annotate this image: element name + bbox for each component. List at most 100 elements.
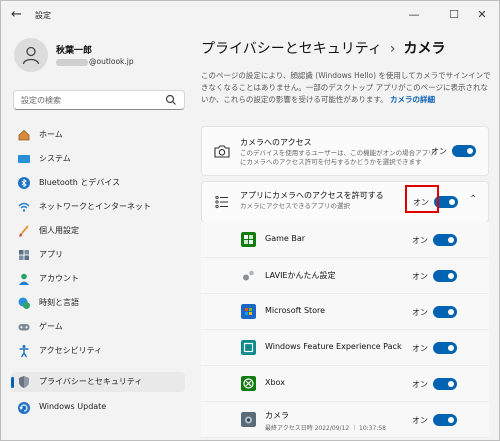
camera-details-link[interactable]: カメラの詳細 xyxy=(390,95,435,104)
account-icon xyxy=(19,273,29,285)
sidebar-item-gaming[interactable]: ゲーム xyxy=(11,317,185,337)
toggle-knob xyxy=(449,199,455,205)
feature-pack-icon xyxy=(241,340,256,355)
email-redaction xyxy=(56,58,88,66)
app-state-label: オン xyxy=(412,308,428,317)
page-title: カメラ xyxy=(403,41,446,57)
sidebar-item-time-language[interactable]: 時刻と言語 xyxy=(11,293,185,313)
shield-icon xyxy=(19,376,29,388)
page-description: このページの設定により、顔認識 (Windows Hello) を使用してカメラ… xyxy=(201,70,491,106)
app-name: Windows Feature Experience Pack xyxy=(265,342,402,351)
avatar[interactable] xyxy=(14,38,48,72)
sidebar-item-privacy-security[interactable]: プライバシーとセキュリティ xyxy=(11,372,185,392)
camera-icon xyxy=(214,145,230,158)
camera-access-subtitle-1: このデバイスを使用するユーザーは、この機能がオンの場合アプリ xyxy=(240,149,435,157)
wifi-icon xyxy=(18,202,30,212)
sidebar-item-accessibility[interactable]: アクセシビリティ xyxy=(11,341,185,361)
sidebar-item-home[interactable]: ホーム xyxy=(11,125,185,145)
sidebar-item-label: プライバシーとセキュリティ xyxy=(39,377,143,386)
app-toggle-game-bar[interactable] xyxy=(433,234,457,246)
system-icon xyxy=(18,155,30,163)
search-placeholder: 設定の検索 xyxy=(21,96,61,105)
sidebar-item-label: Bluetooth とデバイス xyxy=(39,178,121,187)
search-icon xyxy=(165,94,176,105)
sidebar-item-system[interactable]: システム xyxy=(11,149,185,169)
user-email-domain: @outlook.jp xyxy=(89,57,134,66)
sidebar-item-windows-update[interactable]: Windows Update xyxy=(11,398,185,418)
app-toggle-microsoft-store[interactable] xyxy=(433,306,457,318)
maximize-icon[interactable]: ☐ xyxy=(444,6,464,24)
app-state-label: オン xyxy=(412,236,428,245)
sidebar-item-accounts[interactable]: アカウント xyxy=(11,269,185,289)
app-name: LAVIEかんたん設定 xyxy=(265,271,336,280)
lavie-settings-icon xyxy=(243,270,254,281)
game-bar-icon xyxy=(241,232,256,247)
minimize-icon[interactable]: — xyxy=(404,6,424,24)
app-row-microsoft-store: Microsoft Store オン xyxy=(201,294,489,330)
title-bar: ← 設定 — ☐ ✕ xyxy=(1,1,499,31)
app-name: Game Bar xyxy=(265,234,306,243)
app-access-card[interactable]: アプリにカメラへのアクセスを許可する カメラにアクセスできるアプリの選択 オン … xyxy=(201,181,489,223)
highlight-box xyxy=(405,185,439,213)
app-state-label: オン xyxy=(412,380,428,389)
app-row-xbox: Xbox オン xyxy=(201,366,489,402)
sidebar-item-label: アクセシビリティ xyxy=(39,346,103,355)
camera-access-state-label: オン xyxy=(431,147,447,156)
app-row-camera: カメラ 最終アクセス日時 2022/09/12 ｜ 10:37:58 オン xyxy=(201,402,489,438)
update-icon xyxy=(18,402,30,414)
back-arrow-icon[interactable]: ← xyxy=(11,7,22,22)
camera-access-subtitle-2: にカメラへのアクセス許可を付与するかどうかを選択できます xyxy=(240,158,422,166)
microsoft-store-icon xyxy=(241,304,256,319)
camera-access-toggle[interactable] xyxy=(452,145,476,157)
sidebar-item-label: 個人用設定 xyxy=(39,226,79,235)
app-access-subtitle: カメラにアクセスできるアプリの選択 xyxy=(240,202,351,210)
toggle-knob xyxy=(448,345,454,351)
toggle-knob xyxy=(448,237,454,243)
search-input[interactable]: 設定の検索 xyxy=(13,90,185,110)
app-toggle-camera[interactable] xyxy=(433,414,457,426)
app-access-title: アプリにカメラへのアクセスを許可する xyxy=(240,191,384,200)
sidebar-item-personalization[interactable]: 個人用設定 xyxy=(11,221,185,241)
sidebar-item-network[interactable]: ネットワークとインターネット xyxy=(11,197,185,217)
home-icon xyxy=(18,129,30,141)
xbox-icon xyxy=(241,376,256,391)
person-icon xyxy=(22,46,40,65)
app-state-label: オン xyxy=(412,272,428,281)
camera-access-card: カメラへのアクセス このデバイスを使用するユーザーは、この機能がオンの場合アプリ… xyxy=(201,126,489,176)
app-toggle-feature-pack[interactable] xyxy=(433,342,457,354)
sidebar-item-label: システム xyxy=(39,154,71,163)
sidebar-item-label: Windows Update xyxy=(39,402,107,411)
app-name: Microsoft Store xyxy=(265,306,326,315)
sidebar-item-label: ネットワークとインターネット xyxy=(39,202,151,211)
app-last-access: 最終アクセス日時 2022/09/12 ｜ 10:37:58 xyxy=(265,425,386,432)
toggle-knob xyxy=(448,273,454,279)
accessibility-icon xyxy=(19,345,29,358)
breadcrumb-parent[interactable]: プライバシーとセキュリティ xyxy=(201,41,382,57)
toggle-knob xyxy=(448,309,454,315)
close-icon[interactable]: ✕ xyxy=(472,6,492,24)
apps-icon xyxy=(19,250,29,260)
sidebar-item-bluetooth[interactable]: Bluetooth とデバイス xyxy=(11,173,185,193)
description-text: このページの設定により、顔認識 (Windows Hello) を使用してカメラ… xyxy=(201,71,491,104)
app-name: Xbox xyxy=(265,378,285,387)
window-title: 設定 xyxy=(35,11,51,20)
breadcrumb: プライバシーとセキュリティ › カメラ xyxy=(201,38,446,58)
sidebar-item-apps[interactable]: アプリ xyxy=(11,245,185,265)
app-toggle-xbox[interactable] xyxy=(433,378,457,390)
breadcrumb-separator: › xyxy=(389,41,396,57)
user-email: @outlook.jp xyxy=(56,57,134,66)
toggle-knob xyxy=(448,381,454,387)
sidebar-item-label: アカウント xyxy=(39,274,79,283)
app-toggle-lavie[interactable] xyxy=(433,270,457,282)
active-indicator xyxy=(11,377,14,388)
gamepad-icon xyxy=(18,324,30,331)
camera-app-icon xyxy=(241,412,256,427)
sidebar-item-label: ゲーム xyxy=(39,322,63,331)
user-name: 秋葉一郎 xyxy=(56,46,93,56)
app-row-feature-pack: Windows Feature Experience Pack オン xyxy=(201,330,489,366)
app-row-lavie: LAVIEかんたん設定 オン xyxy=(201,258,489,294)
settings-window: ← 設定 — ☐ ✕ 秋葉一郎 @outlook.jp 設定の検索 ホーム シス… xyxy=(0,0,500,441)
chevron-up-icon[interactable]: ⌃ xyxy=(469,194,477,205)
toggle-knob xyxy=(448,417,454,423)
app-row-game-bar: Game Bar オン xyxy=(201,222,489,258)
